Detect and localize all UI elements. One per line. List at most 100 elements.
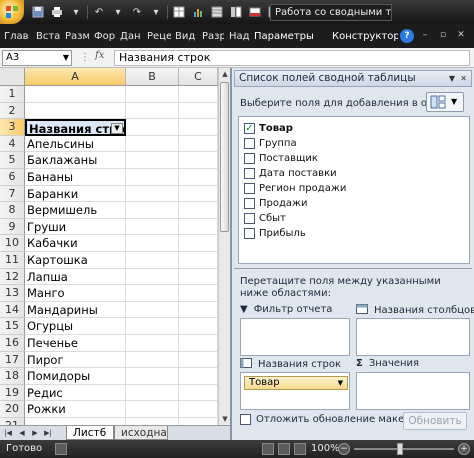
cell-b[interactable] bbox=[126, 318, 179, 335]
cell-a[interactable] bbox=[25, 86, 126, 103]
row-number[interactable]: 12 bbox=[0, 268, 25, 286]
page-break-view-icon[interactable] bbox=[294, 443, 306, 455]
chevron-down-icon[interactable]: ▼ bbox=[449, 71, 455, 86]
row-number[interactable]: 17 bbox=[0, 351, 25, 369]
tab-formulas[interactable]: Фор bbox=[92, 28, 116, 46]
cell-b[interactable] bbox=[126, 401, 179, 418]
row-number[interactable]: 14 bbox=[0, 301, 25, 319]
field-item-supplier[interactable]: Поставщик bbox=[244, 151, 318, 165]
field-checkbox[interactable] bbox=[244, 152, 255, 164]
cell-b[interactable] bbox=[126, 335, 179, 352]
row-number[interactable]: 3 bbox=[0, 119, 25, 136]
row-number[interactable]: 4 bbox=[0, 135, 25, 153]
cell-b[interactable] bbox=[126, 185, 179, 203]
row-number[interactable]: 16 bbox=[0, 335, 25, 352]
cell-c[interactable] bbox=[179, 384, 218, 402]
row-number[interactable]: 19 bbox=[0, 384, 25, 402]
normal-view-icon[interactable] bbox=[262, 443, 274, 455]
cell-c[interactable] bbox=[179, 102, 218, 120]
field-checkbox[interactable] bbox=[244, 182, 255, 194]
tab-data[interactable]: Дан bbox=[118, 28, 142, 46]
zoom-slider-thumb[interactable] bbox=[397, 443, 403, 455]
tab-insert[interactable]: Вста bbox=[34, 28, 60, 46]
cell-c[interactable] bbox=[179, 268, 218, 286]
report-filter-area[interactable] bbox=[240, 318, 350, 356]
layout-icon[interactable] bbox=[228, 4, 244, 20]
macro-record-icon[interactable] bbox=[55, 443, 67, 455]
minimize-icon[interactable]: – bbox=[420, 30, 430, 40]
chart-icon[interactable] bbox=[190, 4, 206, 20]
cell-a[interactable]: Лапша bbox=[25, 268, 126, 286]
field-checkbox[interactable] bbox=[244, 227, 255, 239]
sheet-tab[interactable]: исходна bbox=[114, 426, 168, 440]
cell-b[interactable] bbox=[126, 202, 179, 219]
tab-home[interactable]: Глав bbox=[2, 28, 30, 46]
update-button[interactable]: Обновить bbox=[403, 412, 467, 430]
column-header-c[interactable]: C bbox=[179, 68, 218, 86]
help-icon[interactable]: ? bbox=[400, 29, 414, 43]
grid-icon[interactable] bbox=[209, 4, 225, 20]
cell-a[interactable]: Бананы bbox=[25, 169, 126, 186]
cell-c[interactable] bbox=[179, 318, 218, 335]
cell-c[interactable] bbox=[179, 351, 218, 369]
prev-sheet-icon[interactable]: ◀ bbox=[17, 428, 27, 439]
row-number[interactable]: 9 bbox=[0, 218, 25, 236]
cell-b[interactable] bbox=[126, 102, 179, 120]
zoom-level[interactable]: 100% bbox=[311, 442, 340, 456]
cell-c[interactable] bbox=[179, 119, 218, 136]
formula-input[interactable]: Названия строк bbox=[114, 50, 470, 66]
table-icon[interactable] bbox=[171, 4, 187, 20]
tab-developer[interactable]: Разр bbox=[200, 28, 224, 46]
close-icon[interactable]: ✕ bbox=[460, 71, 467, 86]
cell-c[interactable] bbox=[179, 185, 218, 203]
office-button[interactable] bbox=[0, 0, 24, 24]
cell-c[interactable] bbox=[179, 135, 218, 153]
row-number[interactable]: 6 bbox=[0, 169, 25, 186]
row-number[interactable]: 2 bbox=[0, 102, 25, 120]
cell-b[interactable] bbox=[126, 152, 179, 169]
cell-c[interactable] bbox=[179, 218, 218, 236]
vertical-scrollbar[interactable]: ▲ ▼ bbox=[218, 68, 230, 425]
row-field-product[interactable]: Товар ▼ bbox=[244, 376, 348, 390]
cell-c[interactable] bbox=[179, 202, 218, 219]
row-number[interactable]: 1 bbox=[0, 86, 25, 103]
tab-addins[interactable]: Над bbox=[227, 28, 249, 46]
row-number[interactable]: 10 bbox=[0, 235, 25, 252]
scrollbar-thumb[interactable] bbox=[220, 82, 229, 232]
field-item-distribution[interactable]: Сбыт bbox=[244, 211, 286, 225]
zoom-in-icon[interactable]: + bbox=[458, 443, 470, 455]
cell-a[interactable]: Груши bbox=[25, 218, 126, 236]
column-header-a[interactable]: A bbox=[25, 68, 126, 86]
field-item-group[interactable]: Группа bbox=[244, 136, 297, 150]
pivot-row-labels-header[interactable]: Названия строк ▼ bbox=[25, 119, 126, 136]
tab-options[interactable]: Параметры bbox=[252, 28, 328, 46]
cell-c[interactable] bbox=[179, 86, 218, 103]
cell-a[interactable]: Мандарины bbox=[25, 301, 126, 319]
row-number[interactable]: 11 bbox=[0, 252, 25, 269]
defer-update-checkbox[interactable] bbox=[240, 414, 251, 425]
tab-design[interactable]: Конструктор bbox=[330, 28, 398, 46]
field-checkbox[interactable] bbox=[244, 197, 255, 209]
column-labels-area[interactable] bbox=[356, 318, 470, 356]
cell-b[interactable] bbox=[126, 368, 179, 385]
values-area[interactable] bbox=[356, 372, 470, 410]
fill-icon[interactable] bbox=[247, 4, 263, 20]
defer-update-option[interactable]: Отложить обновление макета bbox=[240, 414, 416, 425]
field-checkbox[interactable] bbox=[244, 212, 255, 224]
cell-a[interactable]: Огурцы bbox=[25, 318, 126, 335]
cell-c[interactable] bbox=[179, 235, 218, 252]
cell-c[interactable] bbox=[179, 285, 218, 302]
redo-icon[interactable]: ↷ bbox=[129, 4, 145, 20]
row-number[interactable]: 5 bbox=[0, 152, 25, 169]
last-sheet-icon[interactable]: ▶| bbox=[43, 428, 53, 439]
cell-a[interactable]: Апельсины bbox=[25, 135, 126, 153]
field-item-profit[interactable]: Прибыль bbox=[244, 226, 306, 240]
zoom-out-icon[interactable]: − bbox=[338, 443, 350, 455]
row-number[interactable]: 20 bbox=[0, 401, 25, 418]
print-icon[interactable] bbox=[49, 4, 65, 20]
close-icon[interactable]: ✕ bbox=[456, 30, 466, 40]
select-all-corner[interactable] bbox=[0, 68, 25, 86]
cell-b[interactable] bbox=[126, 384, 179, 402]
cell-c[interactable] bbox=[179, 301, 218, 319]
name-box[interactable]: A3 ▼ bbox=[2, 50, 72, 66]
